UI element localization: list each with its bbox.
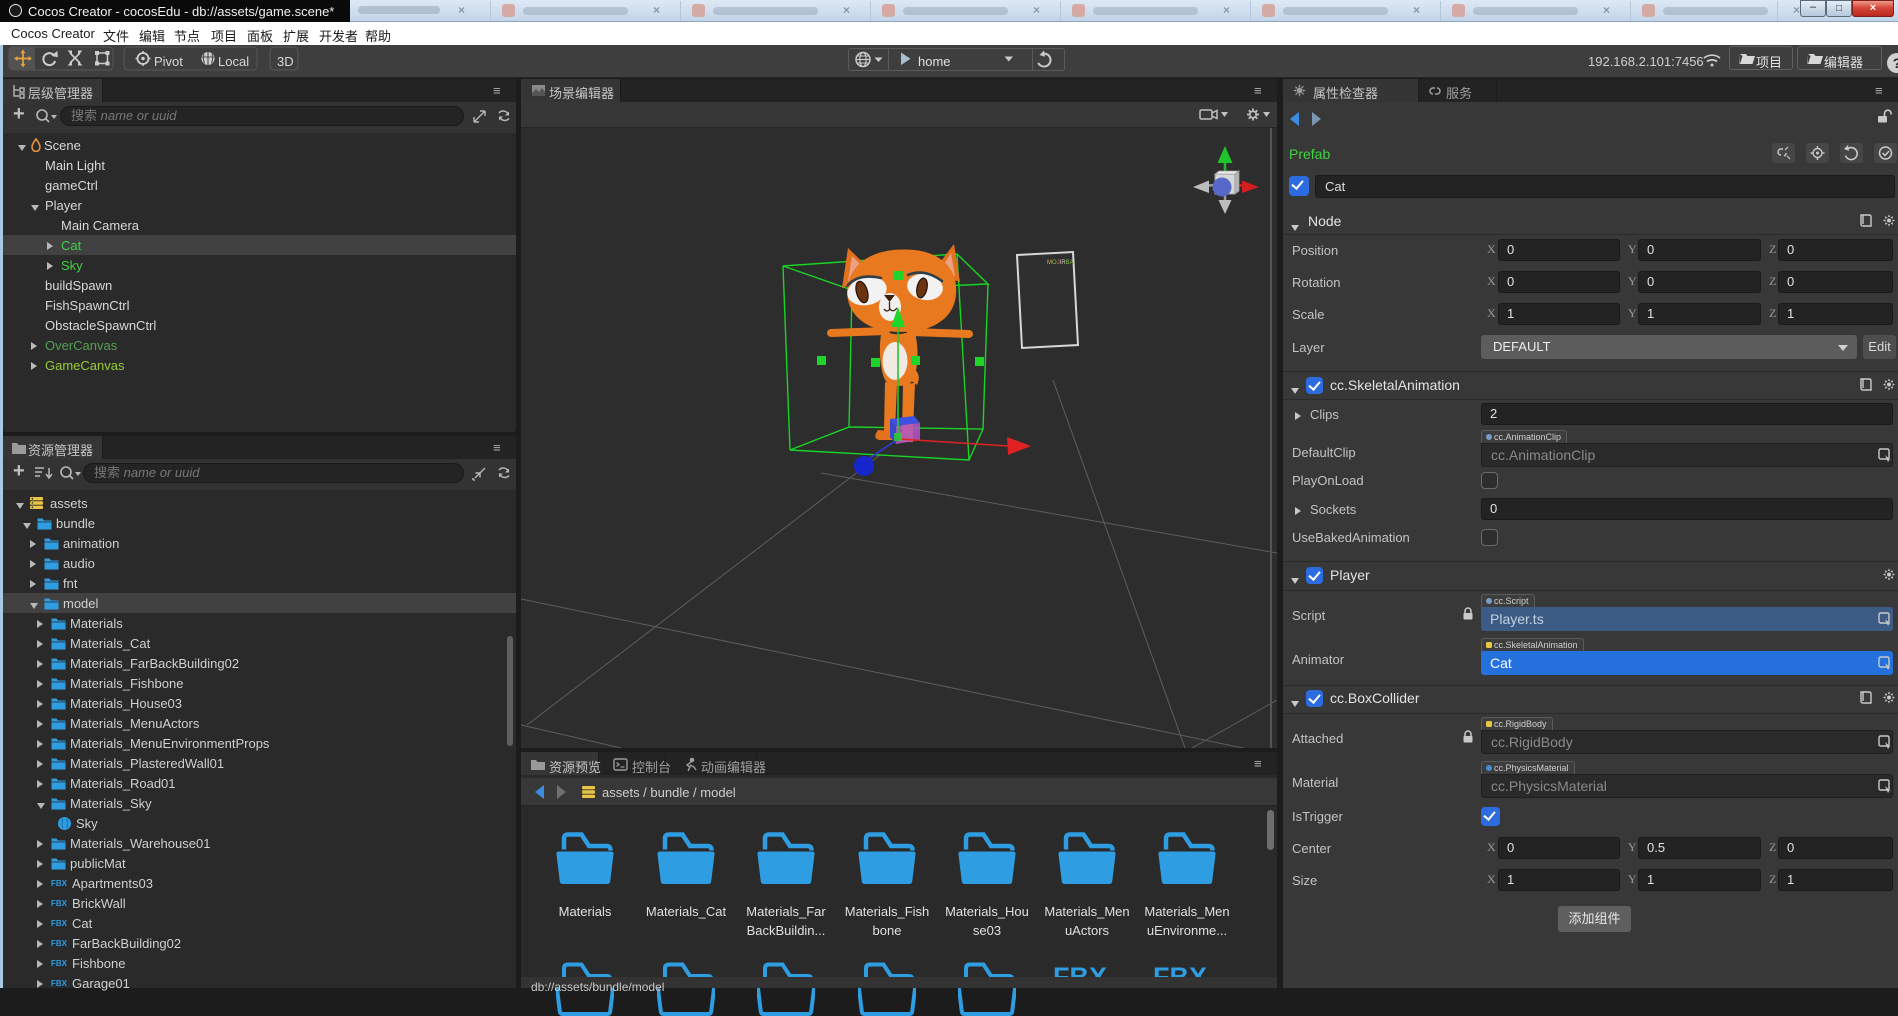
svg-text:MOJIRBA: MOJIRBA bbox=[1047, 260, 1074, 266]
